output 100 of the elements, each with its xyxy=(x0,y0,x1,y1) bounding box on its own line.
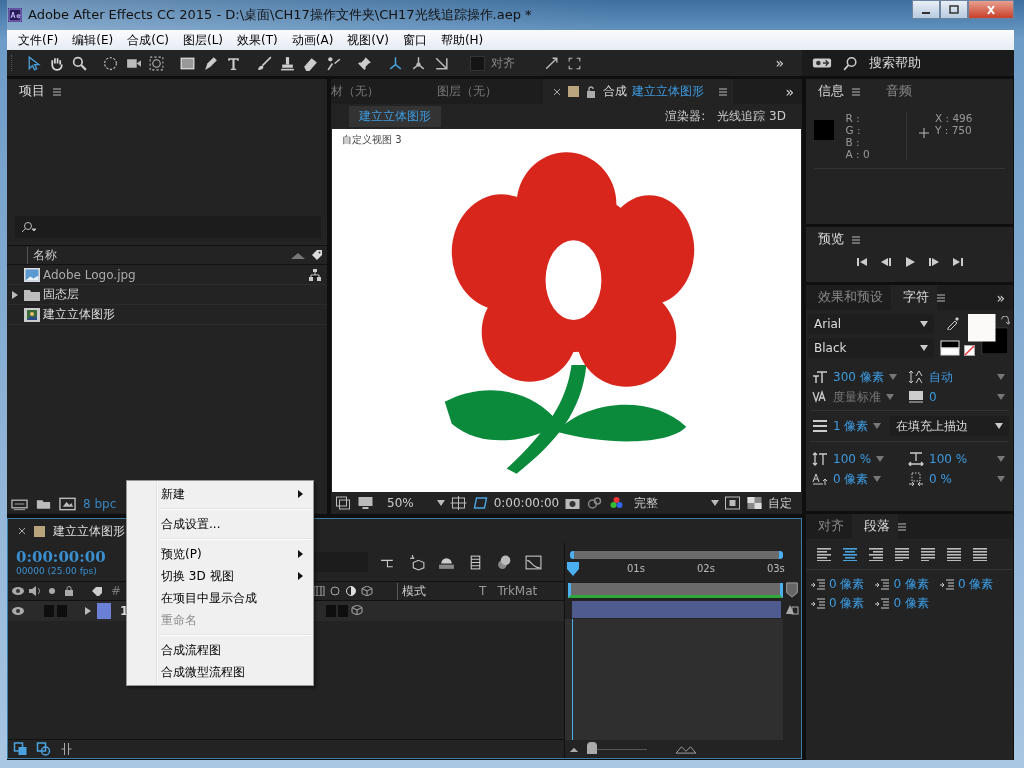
align-button[interactable] xyxy=(946,547,962,561)
expand-arrow-icon[interactable] xyxy=(11,290,19,299)
search-icon[interactable] xyxy=(842,54,859,72)
axis-icon[interactable] xyxy=(387,54,404,72)
caret-icon[interactable] xyxy=(876,456,885,462)
axis-icon[interactable] xyxy=(410,54,427,72)
motion-blur-icon[interactable] xyxy=(496,553,513,571)
menu-item[interactable]: 视图(V) xyxy=(340,31,396,49)
new-composition-icon[interactable] xyxy=(59,497,76,511)
more-button[interactable]: » xyxy=(996,289,1013,306)
expand-arrow-icon[interactable] xyxy=(84,607,92,615)
menu-icon[interactable] xyxy=(852,87,860,96)
next-frame-icon[interactable] xyxy=(927,256,940,268)
menu-item[interactable]: 预览(P) xyxy=(127,543,313,565)
menu-icon[interactable] xyxy=(852,235,860,244)
snapshot-frame-icon[interactable] xyxy=(335,496,352,510)
checkerboard-icon[interactable] xyxy=(746,496,764,510)
minimize-button[interactable] xyxy=(912,0,940,19)
column-header[interactable]: T xyxy=(479,584,487,598)
project-item[interactable]: Adobe Logo.jpg xyxy=(43,267,309,282)
eye-icon[interactable] xyxy=(11,586,25,596)
vertical-scale-value[interactable]: 100 % xyxy=(833,452,872,466)
snap-checkbox[interactable] xyxy=(470,55,485,71)
speaker-icon[interactable] xyxy=(28,586,42,596)
caret-icon[interactable] xyxy=(436,500,445,506)
draft-3d-icon[interactable] xyxy=(409,553,426,571)
timecode[interactable]: 0:00:00:00 xyxy=(16,548,116,566)
tracking-value[interactable]: 0 xyxy=(929,390,937,404)
more-button[interactable]: » xyxy=(775,55,796,71)
figure-brush-icon[interactable] xyxy=(325,54,342,72)
switch-box[interactable] xyxy=(326,605,337,617)
magnifier-icon[interactable] xyxy=(71,54,88,72)
menu-item[interactable]: 合成微型流程图 xyxy=(127,661,313,683)
lock-icon[interactable] xyxy=(62,586,76,596)
viewer-tab[interactable]: 材（无） xyxy=(331,79,429,104)
close-icon[interactable] xyxy=(553,87,561,96)
last-frame-icon[interactable] xyxy=(951,256,964,268)
project-item[interactable]: 固态层 xyxy=(43,286,327,303)
tsume-value[interactable]: 0 % xyxy=(929,472,952,486)
menu-item[interactable]: 动画(A) xyxy=(284,31,341,49)
stroke-mode-dropdown[interactable]: 在填充上描边 xyxy=(890,416,1009,436)
search-field[interactable] xyxy=(15,216,321,238)
expand-arrows-icon[interactable] xyxy=(543,54,560,72)
menu-item[interactable]: 合成设置... xyxy=(127,513,313,535)
eye-icon[interactable] xyxy=(11,606,25,616)
kerning-value[interactable]: 度量标准 xyxy=(833,388,881,406)
zoom-in-icon[interactable] xyxy=(675,744,697,754)
menu-item[interactable]: 文件(F) xyxy=(11,31,66,49)
zoom-dropdown[interactable]: 50% xyxy=(387,496,414,510)
resolution-dropdown[interactable]: 完整 xyxy=(634,494,659,512)
switch-box[interactable] xyxy=(57,605,67,617)
swap-arrow-icon[interactable] xyxy=(1000,316,1010,326)
monitor-icon[interactable] xyxy=(357,496,374,510)
caret-icon[interactable] xyxy=(888,374,897,380)
caret-icon[interactable] xyxy=(873,476,882,482)
align-button[interactable] xyxy=(972,547,988,561)
switch-box[interactable] xyxy=(338,605,349,617)
renderer-value[interactable]: 光线追踪 3D xyxy=(717,108,786,125)
composition-tab[interactable]: 合成 建立立体图形 xyxy=(543,79,733,104)
menu-item[interactable]: 窗口 xyxy=(395,31,434,49)
panel-tab[interactable]: 字符 xyxy=(891,285,937,310)
font-style-dropdown[interactable]: Black xyxy=(808,338,934,358)
playhead[interactable] xyxy=(567,562,579,576)
folder-icon[interactable] xyxy=(35,497,52,511)
column-header[interactable]: 模式 xyxy=(397,582,427,600)
eyedropper-icon[interactable] xyxy=(946,316,960,330)
column-header[interactable]: TrkMat xyxy=(497,584,538,598)
menu-item[interactable]: 合成(C) xyxy=(120,31,176,49)
layers-icon[interactable] xyxy=(12,742,29,756)
menu-item[interactable]: 合成流程图 xyxy=(127,639,313,661)
caret-icon[interactable] xyxy=(997,456,1005,462)
caret-icon[interactable] xyxy=(873,423,882,429)
work-area-range[interactable] xyxy=(568,582,783,598)
timeline-tab[interactable]: 建立立体图形 xyxy=(53,522,125,540)
align-button[interactable] xyxy=(868,547,884,561)
project-item[interactable]: 建立立体图形 xyxy=(43,306,327,323)
indent-value[interactable]: 0 像素 xyxy=(829,595,865,612)
column-header[interactable]: 名称 xyxy=(27,246,291,264)
mask-icon[interactable] xyxy=(471,496,489,510)
menu-icon[interactable] xyxy=(719,87,727,96)
caret-icon[interactable] xyxy=(997,476,1005,482)
caret-icon[interactable] xyxy=(886,394,894,400)
menu-item[interactable]: 切换 3D 视图 xyxy=(127,565,313,587)
camera-icon[interactable] xyxy=(564,496,582,510)
panel-tab[interactable]: 音频 xyxy=(874,79,920,104)
current-time[interactable]: 0:00:00:00 xyxy=(493,496,560,510)
lock-icon[interactable] xyxy=(586,85,596,98)
interpret-footage-icon[interactable] xyxy=(11,497,28,511)
stamp-icon[interactable] xyxy=(279,54,296,72)
rings-icon[interactable] xyxy=(586,496,604,510)
stroke-width-value[interactable]: 1 像素 xyxy=(833,417,869,435)
view-dropdown[interactable]: 自定 xyxy=(768,494,793,512)
play-icon[interactable] xyxy=(903,256,916,268)
menu-item[interactable]: 效果(T) xyxy=(230,31,285,49)
menu-icon[interactable] xyxy=(937,293,945,302)
sort-caret-icon[interactable] xyxy=(291,251,305,259)
viewer-tab[interactable]: 图层（无） xyxy=(429,79,529,104)
indent-value[interactable]: 0 像素 xyxy=(893,595,929,612)
close-button[interactable] xyxy=(968,0,1014,19)
indent-value[interactable]: 0 像素 xyxy=(829,576,865,593)
